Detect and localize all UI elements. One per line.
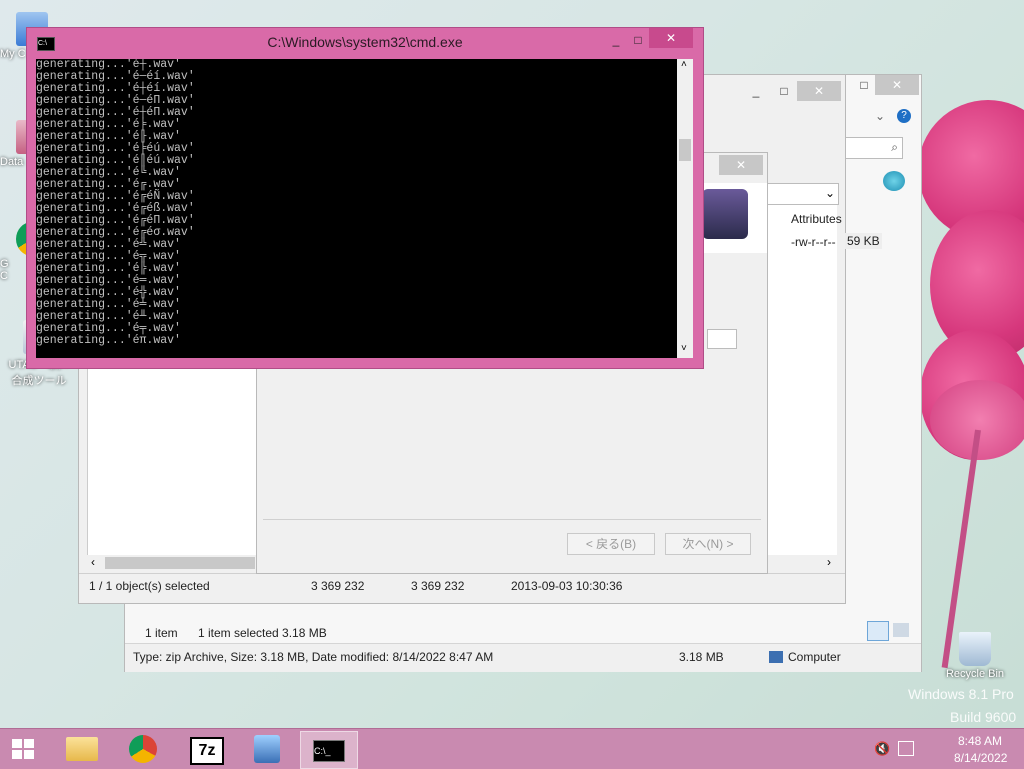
wizard-text-field[interactable]	[707, 329, 737, 349]
details-location: Computer	[788, 650, 841, 664]
status-selected: 1 item selected 3.18 MB	[198, 626, 327, 640]
explorer-close-button[interactable]: ✕	[875, 75, 919, 95]
details-view-icon[interactable]	[867, 621, 889, 641]
sevenzip-maximize-button[interactable]: □	[769, 81, 799, 101]
chevron-down-icon[interactable]: ⌄	[875, 109, 885, 123]
details-bar: Type: zip Archive, Size: 3.18 MB, Date m…	[133, 650, 494, 664]
sevenzip-minimize-button[interactable]: _	[741, 81, 771, 101]
wizard-close-button[interactable]: ✕	[719, 155, 763, 175]
scroll-left-icon[interactable]: ‹	[91, 555, 95, 569]
cmd-console-output[interactable]: generating...'é┼.wav' generating...'é─éí.…	[36, 59, 677, 358]
console-line: generating...'éπ.wav'	[36, 334, 181, 347]
cell-attributes: -rw-r--r--	[791, 235, 836, 249]
desktop-icon-recycle-bin[interactable]: Recycle Bin	[942, 632, 1008, 680]
back-button[interactable]: < 戻る(B)	[567, 533, 655, 555]
taskbar-7zip[interactable]: 7z	[178, 731, 234, 767]
status-selected: 1 / 1 object(s) selected	[89, 579, 210, 593]
sevenzip-close-button[interactable]: ✕	[797, 81, 841, 101]
network-icon[interactable]	[898, 741, 914, 756]
folder-icon	[66, 737, 98, 761]
windows-logo-icon	[12, 739, 34, 759]
clock-date[interactable]: 8/14/2022	[954, 751, 1007, 765]
cmd-icon: C:\_	[313, 740, 345, 762]
scroll-right-icon[interactable]: ›	[827, 555, 831, 569]
cmd-window: C:\ C:\Windows\system32\cmd.exe _ □ ✕ ge…	[26, 27, 704, 369]
7zip-icon: 7z	[190, 737, 224, 765]
build-watermark: Build 9600	[950, 709, 1017, 725]
cmd-scrollbar-thumb[interactable]	[679, 139, 691, 161]
sevenzip-path-dropdown[interactable]: ⌄	[759, 183, 839, 205]
chrome-icon	[129, 735, 157, 763]
help-icon[interactable]: ?	[897, 109, 911, 123]
search-icon: ⌕	[891, 140, 898, 154]
cell-size: 59 KB	[845, 233, 882, 249]
recycle-bin-icon	[959, 632, 991, 666]
installer-icon	[254, 735, 280, 763]
taskbar: 7z C:\_ 🔇 8:48 AM 8/14/2022	[0, 728, 1024, 769]
details-size: 3.18 MB	[679, 650, 724, 664]
status-packed-size: 3 369 232	[411, 579, 465, 593]
taskbar-chrome[interactable]	[116, 731, 172, 767]
taskbar-file-explorer[interactable]	[54, 731, 110, 767]
shell-icon[interactable]	[883, 171, 905, 191]
start-button[interactable]	[10, 737, 38, 761]
clock-time[interactable]: 8:48 AM	[958, 734, 1002, 748]
large-icons-view-icon[interactable]	[893, 623, 909, 637]
taskbar-setup[interactable]	[240, 731, 296, 767]
scroll-down-icon[interactable]: ˅	[681, 343, 687, 354]
windows-watermark: Windows 8.1 Pro	[908, 686, 1014, 702]
cmd-close-button[interactable]: ✕	[649, 28, 693, 48]
computer-icon	[769, 651, 783, 663]
horizontal-scrollbar-thumb[interactable]	[105, 557, 255, 569]
installer-icon	[702, 189, 748, 239]
volume-muted-icon[interactable]: 🔇	[874, 741, 890, 757]
column-attributes[interactable]: Attributes	[791, 212, 842, 226]
cmd-vertical-scrollbar[interactable]: ˄ ˅	[677, 59, 693, 358]
scroll-up-icon[interactable]: ˄	[681, 59, 687, 70]
status-item-count: 1 item	[145, 626, 178, 640]
next-button[interactable]: 次へ(N) >	[665, 533, 751, 555]
desktop-icon-label: Recycle Bin	[945, 668, 1005, 680]
explorer-search-input[interactable]: ⌕	[845, 137, 903, 159]
status-modified: 2013-09-03 10:30:36	[511, 579, 623, 593]
status-size: 3 369 232	[311, 579, 365, 593]
taskbar-cmd[interactable]: C:\_	[300, 731, 358, 769]
chevron-down-icon: ⌄	[824, 186, 835, 200]
